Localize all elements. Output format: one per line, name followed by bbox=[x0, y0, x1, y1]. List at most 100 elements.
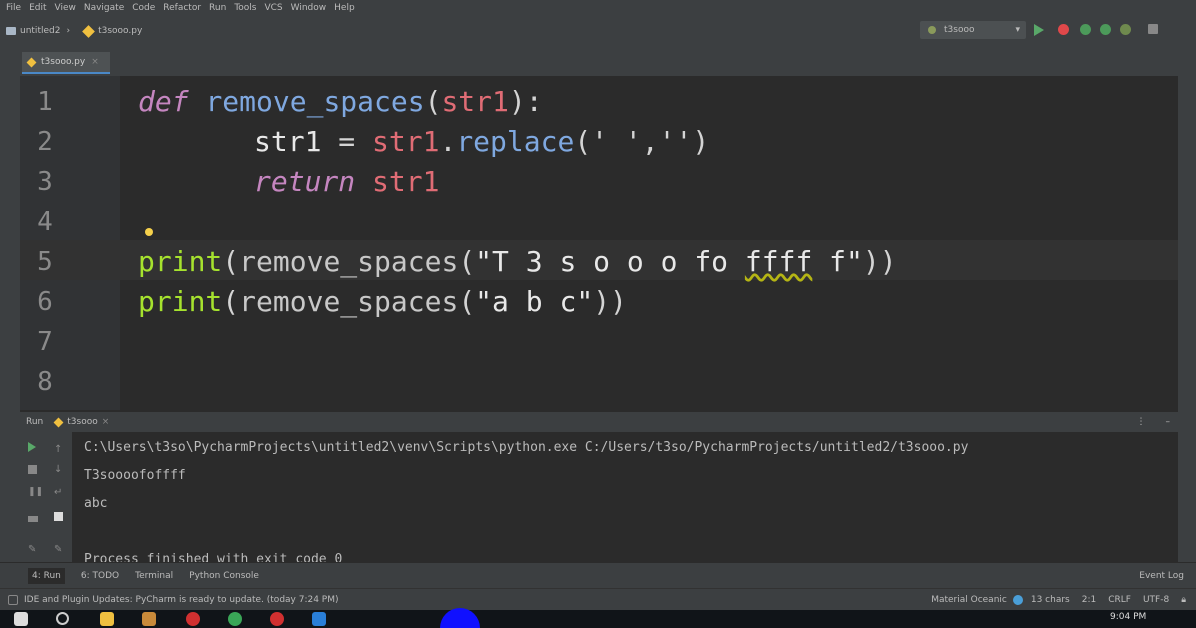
line-separator[interactable]: CRLF bbox=[1108, 595, 1131, 605]
console-output[interactable]: C:\Users\t3so\PycharmProjects\untitled2\… bbox=[72, 432, 1178, 562]
run-tab[interactable]: t3sooo bbox=[67, 417, 97, 427]
variable: str1 bbox=[254, 125, 322, 158]
layout-icon[interactable] bbox=[28, 516, 38, 522]
os-taskbar bbox=[0, 610, 1196, 628]
menu-item-vcs[interactable]: VCS bbox=[264, 3, 282, 13]
pin-icon[interactable]: ✎ bbox=[28, 544, 40, 556]
code-line-3[interactable]: return str1 bbox=[254, 162, 439, 202]
variable: str1 bbox=[372, 165, 440, 198]
string-literal: "a b c" bbox=[475, 285, 594, 318]
menu-item-edit[interactable]: Edit bbox=[29, 3, 46, 13]
console-line: abc bbox=[84, 496, 108, 511]
tool-tab-python-console[interactable]: Python Console bbox=[189, 571, 259, 581]
code-line-1[interactable]: def remove_spaces(str1): bbox=[138, 82, 543, 122]
paren: )) bbox=[862, 245, 897, 278]
folder-icon bbox=[6, 27, 16, 35]
rerun-icon[interactable] bbox=[28, 442, 36, 452]
stop-icon[interactable] bbox=[1148, 24, 1158, 34]
paren: ( bbox=[222, 245, 240, 278]
status-message[interactable]: IDE and Plugin Updates: PyCharm is ready… bbox=[24, 595, 339, 605]
editor-tab[interactable]: t3sooo.py × bbox=[22, 52, 110, 74]
run-icon[interactable] bbox=[1034, 24, 1044, 36]
builtin-print: print bbox=[138, 245, 223, 278]
coverage-icon[interactable] bbox=[1080, 24, 1091, 35]
line-number: 3 bbox=[37, 167, 53, 197]
selection-count: 13 chars bbox=[1030, 595, 1070, 605]
menu-item-refactor[interactable]: Refactor bbox=[163, 3, 201, 13]
wrap-icon[interactable]: ↵ bbox=[54, 487, 66, 499]
menu-item-help[interactable]: Help bbox=[334, 3, 355, 13]
opera-icon[interactable] bbox=[186, 612, 200, 626]
editor-tab-bar bbox=[20, 46, 1178, 76]
lock-icon[interactable]: 🔒︎ bbox=[1181, 595, 1186, 605]
paren: )) bbox=[593, 285, 627, 318]
line-number: 2 bbox=[37, 127, 53, 157]
breadcrumb-file[interactable]: t3sooo.py bbox=[76, 24, 142, 38]
chrome-icon[interactable] bbox=[228, 612, 242, 626]
breadcrumb-project[interactable]: untitled2 bbox=[6, 26, 60, 36]
run-config-label: t3sooo bbox=[944, 25, 975, 35]
console-line: C:\Users\t3so\PycharmProjects\untitled2\… bbox=[84, 440, 969, 455]
app-icon[interactable] bbox=[270, 612, 284, 626]
method-name: replace bbox=[456, 125, 575, 158]
file-encoding[interactable]: UTF-8 bbox=[1143, 595, 1169, 605]
concurrency-icon[interactable] bbox=[1120, 24, 1131, 35]
tool-window-tabs: 4: Run 6: TODO Terminal Python Console E… bbox=[0, 562, 1196, 589]
menu-item-window[interactable]: Window bbox=[291, 3, 327, 13]
console-line: T3soooofoffff bbox=[84, 468, 186, 483]
clock[interactable]: 9:04 PM bbox=[1110, 612, 1146, 622]
close-icon[interactable]: × bbox=[91, 57, 99, 67]
debug-icon[interactable] bbox=[1058, 24, 1069, 35]
close-icon[interactable]: × bbox=[102, 417, 110, 427]
profile-icon[interactable] bbox=[1100, 24, 1111, 35]
function-name: remove_spaces bbox=[205, 85, 425, 118]
parameter: str1 bbox=[441, 85, 509, 118]
intention-bulb-icon[interactable] bbox=[145, 228, 153, 236]
theme-indicator[interactable]: Material Oceanic bbox=[931, 595, 1007, 605]
windows-start-icon[interactable] bbox=[14, 612, 28, 626]
menu-item-code[interactable]: Code bbox=[132, 3, 155, 13]
tool-tab-run[interactable]: 4: Run bbox=[28, 568, 65, 584]
python-file-icon bbox=[26, 57, 37, 67]
arrow-up-icon[interactable]: ↑ bbox=[54, 444, 66, 456]
tool-tab-todo[interactable]: 6: TODO bbox=[81, 571, 119, 581]
app-icon[interactable] bbox=[312, 612, 326, 626]
paren: ( bbox=[222, 285, 240, 318]
spellcheck-warning[interactable]: ffff bbox=[745, 245, 812, 278]
minimize-icon[interactable]: – bbox=[1166, 417, 1171, 427]
menu-item-view[interactable]: View bbox=[55, 3, 76, 13]
variable: str1 bbox=[372, 125, 440, 158]
run-configuration-select[interactable]: t3sooo ▾ bbox=[920, 21, 1026, 39]
print-icon[interactable] bbox=[54, 512, 63, 521]
pause-icon[interactable]: ❚❚ bbox=[28, 487, 43, 499]
arrow-down-icon[interactable]: ↓ bbox=[54, 464, 66, 476]
function-call: remove_spaces bbox=[239, 245, 459, 278]
menu-item-file[interactable]: File bbox=[6, 3, 21, 13]
status-icon[interactable] bbox=[8, 595, 18, 605]
settings-icon[interactable]: ⋮ bbox=[1137, 417, 1146, 427]
code-line-2[interactable]: str1 = str1.replace(' ','') bbox=[254, 122, 709, 162]
menu-bar: File Edit View Navigate Code Refactor Run Tools… bbox=[0, 0, 1196, 16]
menu-item-tools[interactable]: Tools bbox=[234, 3, 256, 13]
method-args: (' ','') bbox=[574, 125, 710, 158]
code-line-5[interactable]: print(remove_spaces("T 3 s o o o fo ffff… bbox=[138, 242, 897, 282]
run-panel-header: Run t3sooo × ⋮ – bbox=[20, 412, 1178, 432]
status-bar: IDE and Plugin Updates: PyCharm is ready… bbox=[0, 588, 1196, 611]
operator: = bbox=[321, 125, 373, 158]
file-explorer-icon[interactable] bbox=[100, 612, 114, 626]
delete-icon[interactable]: ✎ bbox=[54, 544, 66, 556]
right-tool-strip bbox=[1178, 46, 1196, 588]
operator: . bbox=[439, 125, 457, 158]
keyword-return: return bbox=[254, 165, 356, 198]
menu-item-navigate[interactable]: Navigate bbox=[84, 3, 124, 13]
line-number: 4 bbox=[37, 207, 53, 237]
menu-item-run[interactable]: Run bbox=[209, 3, 226, 13]
stop-icon[interactable] bbox=[28, 465, 37, 474]
tool-tab-terminal[interactable]: Terminal bbox=[135, 571, 173, 581]
app-icon[interactable] bbox=[142, 612, 156, 626]
run-panel-label: Run bbox=[26, 417, 44, 427]
code-line-6[interactable]: print(remove_spaces("a b c")) bbox=[138, 282, 627, 322]
event-log-button[interactable]: Event Log bbox=[1139, 571, 1184, 581]
cursor-position[interactable]: 2:1 bbox=[1082, 595, 1096, 605]
search-icon[interactable] bbox=[56, 612, 69, 625]
